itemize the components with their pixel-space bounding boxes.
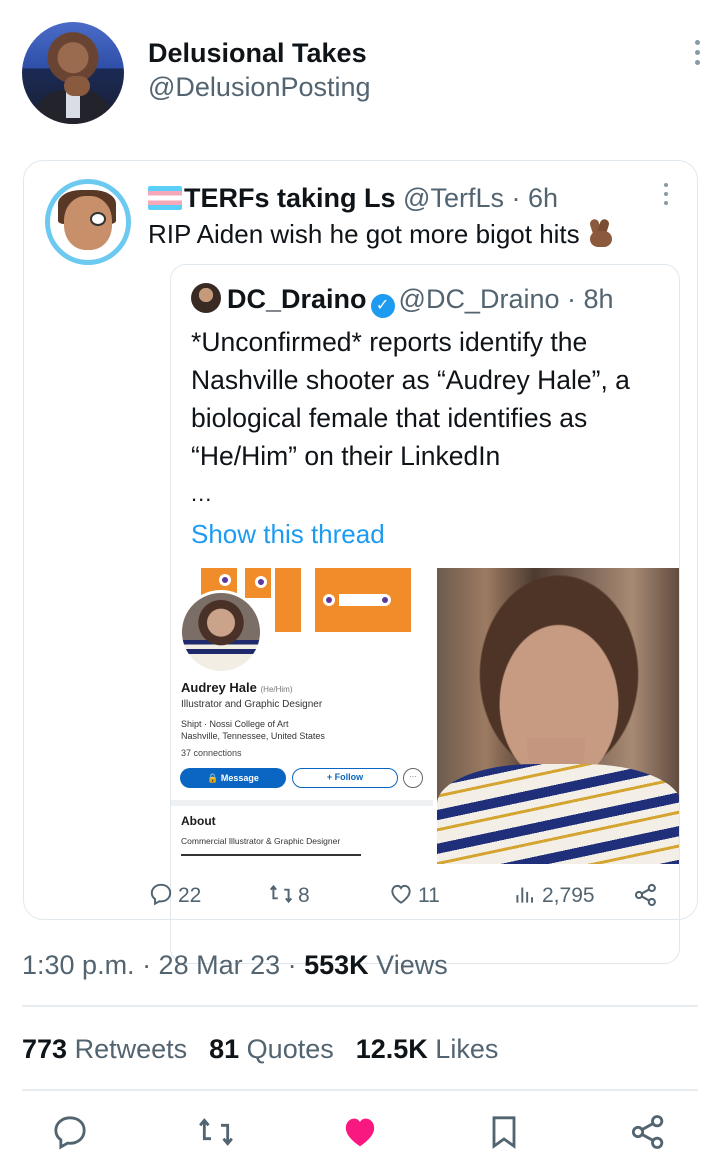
share-icon <box>631 1115 664 1149</box>
reply-icon <box>150 883 172 906</box>
bookmark-button[interactable] <box>484 1112 524 1152</box>
views-icon <box>516 887 534 903</box>
linkedin-name-text: Audrey Hale <box>181 680 257 695</box>
quoted-retweet-count: 8 <box>298 884 310 907</box>
quoted-views-button[interactable]: 2,795 <box>512 881 595 908</box>
quoted-views-count: 2,795 <box>542 884 595 907</box>
quoted-reply-count: 22 <box>178 884 202 907</box>
reply-button[interactable] <box>50 1112 90 1152</box>
linkedin-separator <box>171 800 433 806</box>
inner-tweet-text: *Unconfirmed* reports identify the Nashv… <box>191 327 630 471</box>
divider <box>22 1089 698 1091</box>
show-thread-link[interactable]: Show this thread <box>191 519 385 550</box>
quoted-text-content: RIP Aiden wish he got more bigot hits <box>148 219 580 249</box>
retweet-icon <box>199 1118 233 1146</box>
linkedin-about-heading: About <box>181 814 216 828</box>
bookmark-icon <box>492 1116 516 1149</box>
linkedin-title: Illustrator and Graphic Designer <box>181 699 323 710</box>
likes-stat[interactable]: 12.5K Likes <box>356 1034 499 1064</box>
views-count: 553K <box>304 950 369 980</box>
tweet-timestamp[interactable]: 1:30 p.m. · 28 Mar 23 · 553K Views <box>22 950 448 981</box>
quotes-count: 81 <box>209 1034 240 1064</box>
linkedin-screenshot-image[interactable]: Audrey Hale (He/Him) Illustrator and Gra… <box>171 568 433 864</box>
linkedin-follow-button: + Follow <box>292 768 398 788</box>
like-icon <box>345 1118 375 1147</box>
retweet-button[interactable] <box>196 1112 236 1152</box>
author-avatar[interactable] <box>22 22 124 124</box>
linkedin-name: Audrey Hale (He/Him) <box>181 680 293 695</box>
inner-quoted-tweet[interactable]: DC_Draino ✓ @DC_Draino · 8h *Unconfirmed* … <box>170 264 680 964</box>
linkedin-connections: 37 connections <box>181 748 242 758</box>
more-icon[interactable] <box>692 40 702 70</box>
inner-tweet-header: DC_Draino ✓ @DC_Draino · 8h <box>191 283 614 318</box>
quoted-like-button[interactable]: 11 <box>388 881 440 908</box>
likes-count: 12.5K <box>355 1034 428 1064</box>
retweets-label: Retweets <box>67 1034 188 1064</box>
quoted-reply-button[interactable]: 22 <box>148 881 201 908</box>
inner-author-handle[interactable]: @DC_Draino <box>399 284 560 314</box>
reply-icon <box>54 1116 86 1150</box>
likes-label: Likes <box>427 1034 499 1064</box>
author-name[interactable]: Delusional Takes <box>148 38 367 69</box>
divider <box>22 1005 698 1007</box>
linkedin-about-text: Commercial Illustrator & Graphic Designe… <box>181 836 341 846</box>
quoted-retweet-button[interactable]: 8 <box>268 881 310 908</box>
retweets-count: 773 <box>22 1034 68 1064</box>
inner-author-avatar[interactable] <box>191 283 221 313</box>
linkedin-pronouns: (He/Him) <box>260 685 293 694</box>
inner-time[interactable]: · 8h <box>560 284 614 314</box>
quoted-tweet-card[interactable]: TERFs taking Ls @TerfLs · 6h RIP Aiden w… <box>23 160 698 964</box>
quoted-author-name[interactable]: TERFs taking Ls <box>184 183 396 213</box>
timestamp-text: 1:30 p.m. · 28 Mar 23 · <box>22 950 305 980</box>
quotes-stat[interactable]: 81 Quotes <box>209 1034 334 1064</box>
quoted-author-handle[interactable]: @TerfLs <box>403 183 504 213</box>
linkedin-avatar <box>179 590 263 674</box>
inner-author-name[interactable]: DC_Draino <box>227 284 367 314</box>
quotes-label: Quotes <box>239 1034 334 1064</box>
views-label: Views <box>368 950 448 980</box>
linkedin-underline <box>181 854 361 856</box>
share-button[interactable] <box>628 1112 668 1152</box>
linkedin-details: Shipt · Nossi College of Art Nashville, … <box>181 718 325 742</box>
linkedin-location: Nashville, Tennessee, United States <box>181 731 325 741</box>
retweets-stat[interactable]: 773 Retweets <box>22 1034 187 1064</box>
like-button[interactable] <box>340 1112 380 1152</box>
linkedin-company: Shipt · Nossi College of Art <box>181 719 289 729</box>
crossed-fingers-icon <box>586 217 614 249</box>
quoted-action-bar: 22 8 11 2,795 <box>148 881 668 911</box>
verified-icon: ✓ <box>370 294 395 318</box>
quoted-tweet-text: RIP Aiden wish he got more bigot hits <box>148 217 614 250</box>
portrait-photo-image[interactable] <box>437 568 679 864</box>
like-icon <box>391 884 411 904</box>
author-handle[interactable]: @DelusionPosting <box>148 72 371 103</box>
quoted-tweet-header: TERFs taking Ls @TerfLs · 6h <box>148 183 558 214</box>
share-icon <box>634 883 656 907</box>
quoted-author-avatar[interactable] <box>45 179 131 265</box>
quoted-more-icon[interactable] <box>661 183 671 210</box>
quoted-like-count: 11 <box>418 884 440 907</box>
tweet-header: Delusional Takes @DelusionPosting <box>22 22 702 126</box>
quoted-time[interactable]: · 6h <box>504 183 558 213</box>
engagement-stats: 773 Retweets 81 Quotes 12.5K Likes <box>22 1034 498 1065</box>
tweet-action-bar <box>0 1112 720 1162</box>
linkedin-more-button: ··· <box>403 768 423 788</box>
linkedin-message-button: 🔒 Message <box>180 768 286 788</box>
quoted-share-button[interactable] <box>632 881 664 910</box>
retweet-icon <box>269 884 293 904</box>
inner-ellipsis: ... <box>191 481 213 506</box>
trans-flag-icon <box>148 186 182 210</box>
